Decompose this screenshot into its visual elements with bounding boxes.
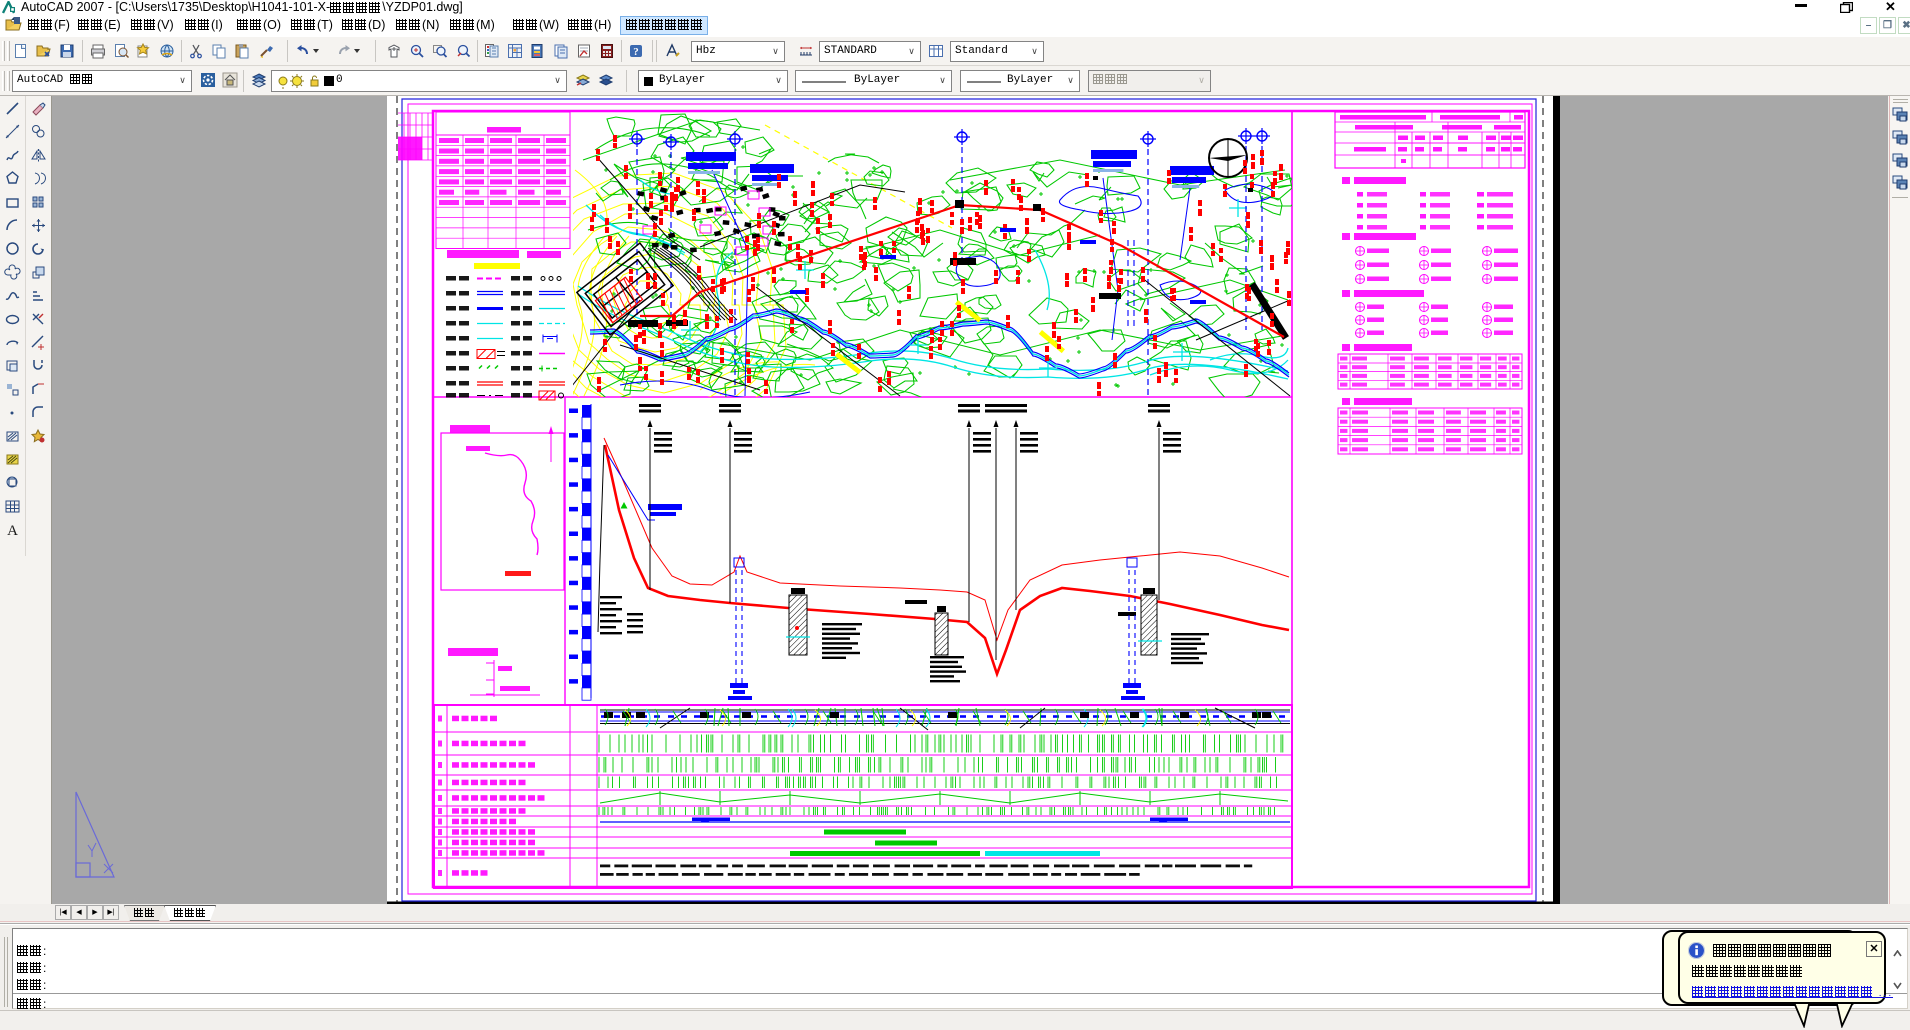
svg-text:?: ? (633, 46, 639, 58)
svg-text:A: A (7, 523, 18, 538)
